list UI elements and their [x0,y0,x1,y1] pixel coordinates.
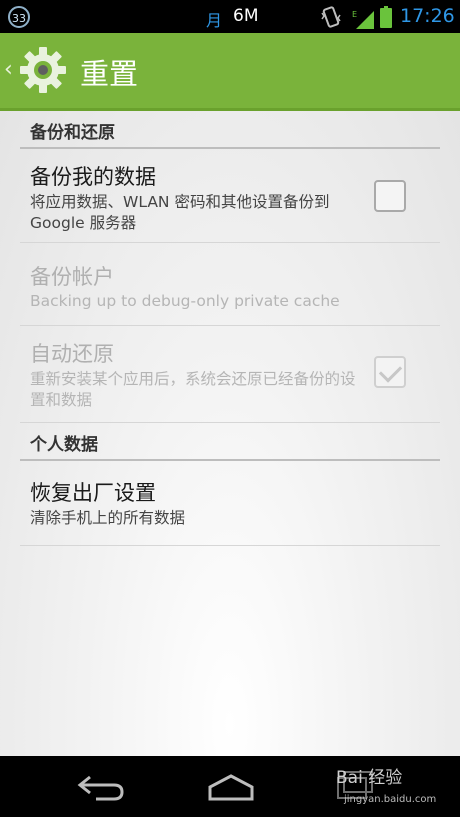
signal-icon: E [352,9,376,33]
status-icons: E [320,5,400,29]
notification-count-badge: 33 [8,6,30,28]
pref-backup-account: 备份帐户 Backing up to debug-only private ca… [20,243,440,326]
pref-title: 备份我的数据 [30,165,156,189]
clock: 17:26 [400,5,455,27]
pref-auto-restore: 自动还原 重新安装某个应用后，系统会还原已经备份的设置和数据 [20,326,440,423]
pref-summary: 重新安装某个应用后，系统会还原已经备份的设置和数据 [30,370,356,409]
page-title: 重置 [80,57,139,91]
section-header-personal-data: 个人数据 [20,423,440,461]
backup-data-checkbox[interactable] [374,180,406,212]
pref-title: 恢复出厂设置 [30,481,156,505]
gear-icon[interactable] [18,45,68,95]
watermark-brand: Bai 经验 [336,768,403,788]
pref-summary: 清除手机上的所有数据 [30,509,186,527]
status-bar: 33 月 6M E 17:26 [0,0,460,33]
action-bar: ‹ 重置 [0,33,460,111]
carrier-glyph: 月 [206,11,223,30]
pref-title: 备份帐户 [30,265,114,289]
checkmark-icon [378,359,403,383]
battery-icon [380,6,392,32]
signal-e-label: E [352,10,357,19]
section-header-backup-restore: 备份和还原 [20,111,440,149]
pref-summary: 将应用数据、WLAN 密码和其他设置备份到 Google 服务器 [30,193,330,232]
section-header-label: 备份和还原 [30,123,115,143]
screen: 33 月 6M E 17:26 ‹ 重置 备份和还原 备份我的数据 将应用数据、… [0,0,460,817]
auto-restore-checkbox [374,356,406,388]
pref-backup-my-data[interactable]: 备份我的数据 将应用数据、WLAN 密码和其他设置备份到 Google 服务器 [20,149,440,243]
pref-factory-reset[interactable]: 恢复出厂设置 清除手机上的所有数据 [20,461,440,546]
navigation-bar: Bai 经验 jingyan.baidu.com [0,756,460,817]
watermark-url: jingyan.baidu.com [344,794,437,805]
section-header-label: 个人数据 [30,435,98,455]
pref-title: 自动还原 [30,342,114,366]
up-chevron-icon[interactable]: ‹ [4,57,13,82]
vibrate-icon [320,5,342,29]
pref-summary: Backing up to debug-only private cache [30,292,340,310]
preferences-list: 备份和还原 备份我的数据 将应用数据、WLAN 密码和其他设置备份到 Googl… [0,111,460,756]
data-usage-label: 6M [233,6,259,26]
back-icon[interactable] [76,773,126,805]
home-icon[interactable] [206,773,256,805]
